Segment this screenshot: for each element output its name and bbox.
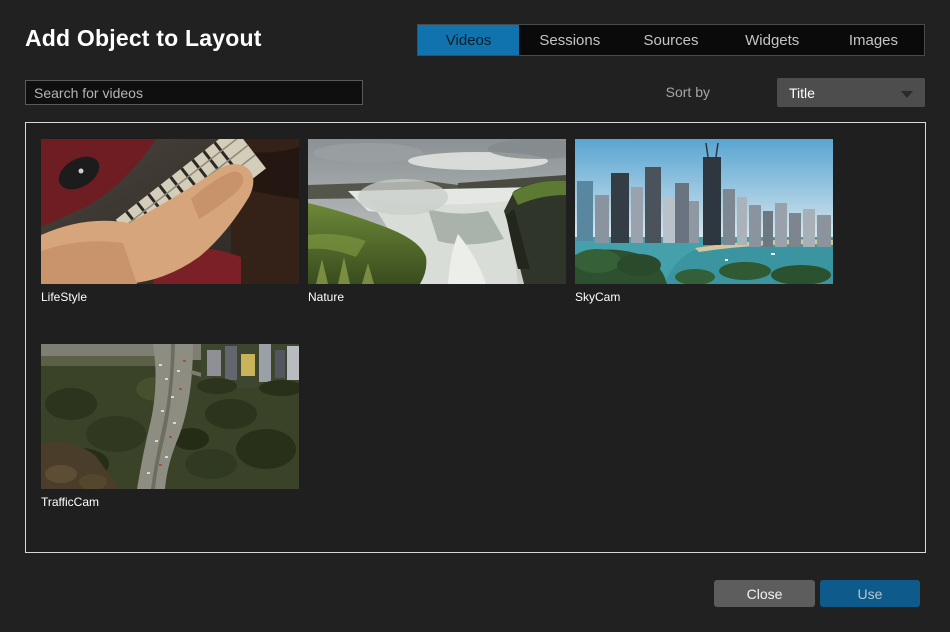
object-type-tabbar: Videos Sessions Sources Widgets Images: [417, 24, 925, 56]
video-title: SkyCam: [575, 290, 833, 304]
tab-images[interactable]: Images: [823, 25, 924, 55]
use-button[interactable]: Use: [820, 580, 920, 607]
video-card-lifestyle[interactable]: LifeStyle: [41, 139, 299, 306]
chevron-down-icon: [901, 91, 913, 98]
video-title: TrafficCam: [41, 495, 299, 509]
search-input[interactable]: [25, 80, 363, 105]
add-object-dialog: Add Object to Layout Videos Sessions Sou…: [0, 0, 950, 632]
trafficcam-thumbnail aerial-freeway-image[interactable]: [41, 344, 299, 489]
video-grid: LifeStyle: [25, 122, 926, 553]
sort-dropdown[interactable]: Title: [777, 78, 925, 107]
lifestyle-thumbnail guitar-closeup-image[interactable]: [41, 139, 299, 284]
dialog-title: Add Object to Layout: [25, 25, 262, 52]
video-card-nature[interactable]: Nature: [308, 139, 566, 306]
sort-dropdown-value: Title: [789, 85, 815, 101]
close-button[interactable]: Close: [714, 580, 815, 607]
sort-by-label: Sort by: [635, 84, 710, 100]
tab-sessions[interactable]: Sessions: [519, 25, 620, 55]
skycam-thumbnail city-skyline-image[interactable]: [575, 139, 833, 284]
tab-sources[interactable]: Sources: [620, 25, 721, 55]
tab-videos[interactable]: Videos: [418, 25, 519, 55]
nature-thumbnail waterfall-image[interactable]: [308, 139, 566, 284]
video-title: LifeStyle: [41, 290, 299, 304]
video-title: Nature: [308, 290, 566, 304]
tab-widgets[interactable]: Widgets: [722, 25, 823, 55]
video-card-skycam[interactable]: SkyCam: [575, 139, 833, 306]
video-card-trafficcam[interactable]: TrafficCam: [41, 344, 299, 511]
